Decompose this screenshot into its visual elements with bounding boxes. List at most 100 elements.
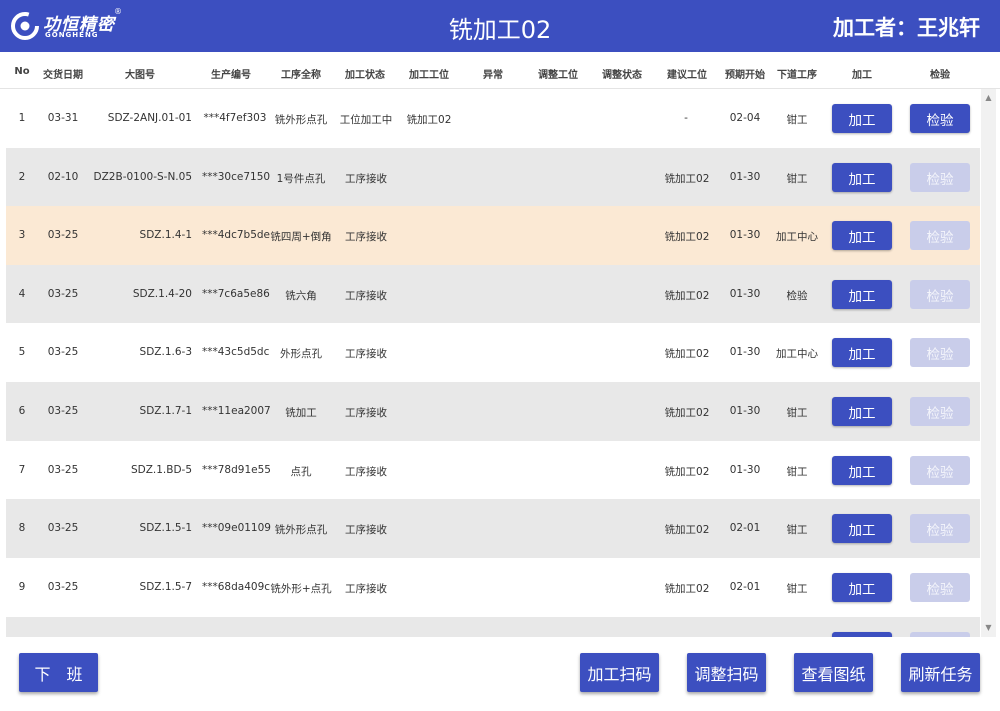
cell-process-name: 铣四周+倒角	[270, 231, 332, 243]
inspect-button[interactable]: 检验	[910, 163, 970, 192]
process-button[interactable]: 加工	[832, 163, 892, 192]
inspect-button[interactable]: 检验	[910, 338, 970, 367]
table-row[interactable]: 5 03-25 SDZ.1.6-3 ***43c5d5dc 外形点孔 工序接收 铣加工02 0…	[6, 323, 980, 382]
cell-process-name: 1号件点孔	[276, 173, 326, 185]
inspect-button[interactable]: 检验	[910, 104, 970, 133]
app-header: 功恒精密 GONGHENG ® 铣加工02 加工者：王兆轩	[0, 0, 1000, 52]
cell-drawing-no: SDZ.1.4-20	[132, 288, 192, 300]
cell-expected-start: 01-30	[729, 288, 761, 300]
refresh-tasks-button[interactable]: 刷新任务	[901, 653, 980, 692]
cell-production-no: ***30ce7150	[202, 171, 271, 183]
cell-suggested-station: 铣加工02	[664, 290, 710, 302]
table-scrollbar[interactable]: ▲ ▼	[981, 89, 996, 637]
table-row[interactable]: 9 03-25 SDZ.1.5-7 ***68da409c 铣外形+点孔 工序接收 铣加工0…	[6, 558, 980, 617]
cell-no: 7	[18, 464, 26, 476]
col-process-action: 加工	[852, 70, 872, 81]
table-row[interactable]: 7 03-25 SDZ.1.BD-5 ***78d91e55 点孔 工序接收 铣加工02 01…	[6, 441, 980, 500]
inspect-button[interactable]: 检验	[910, 573, 970, 602]
cell-next-process: 钳工	[786, 173, 808, 185]
table-row[interactable]: 2 02-10 DZ2B-0100-S-N.05 ***30ce7150 1号件点孔 工序…	[6, 148, 980, 207]
process-button[interactable]: 加工	[832, 104, 892, 133]
cell-delivery-date: 03-25	[47, 464, 79, 476]
cell-process-status: 工序接收	[345, 348, 387, 360]
cell-drawing-no: SDZ.1.BD-5	[130, 464, 192, 476]
cell-next-process: 钳工	[786, 524, 808, 536]
cell-no: 8	[18, 522, 26, 534]
cell-next-process: 钳工	[786, 114, 808, 126]
cell-expected-start: 02-01	[729, 522, 761, 534]
inspect-button[interactable]: 检验	[910, 456, 970, 485]
inspect-button[interactable]: 检验	[910, 221, 970, 250]
cell-process-name: 外形点孔	[280, 348, 322, 360]
cell-delivery-date: 03-25	[47, 405, 79, 417]
cell-process-status: 工序接收	[345, 231, 387, 243]
cell-process-status: 工序接收	[345, 290, 387, 302]
cell-next-process: 钳工	[786, 583, 808, 595]
table-row[interactable]: 3 03-25 SDZ.1.4-1 ***4dc7b5de 铣四周+倒角 工序接收 铣加工0…	[6, 206, 980, 265]
cell-next-process: 加工中心	[776, 348, 818, 360]
scan-process-button[interactable]: 加工扫码	[580, 653, 659, 692]
col-production-no: 生产编号	[211, 70, 251, 81]
cell-suggested-station: 铣加工02	[664, 231, 710, 243]
cell-expected-start-placeholder: -	[684, 112, 688, 124]
process-button[interactable]: 加工	[832, 456, 892, 485]
cell-expected-start: 01-30	[729, 346, 761, 358]
scroll-down-arrow-icon[interactable]: ▼	[981, 621, 996, 635]
process-button[interactable]: 加工	[832, 397, 892, 426]
table-row[interactable]: 8 03-25 SDZ.1.5-1 ***09e01109 铣外形点孔 工序接收 铣加工02…	[6, 499, 980, 558]
cell-suggested-station: 铣加工02	[664, 407, 710, 419]
cell-process-status: 工序接收	[345, 583, 387, 595]
cell-process-name: 点孔	[290, 466, 312, 478]
cell-process-station: 铣加工02	[406, 114, 452, 126]
inspect-button[interactable]: 检验	[910, 397, 970, 426]
cell-process-status: 工序接收	[345, 466, 387, 478]
cell-no: 9	[18, 581, 26, 593]
cell-process-status: 工序接收	[345, 407, 387, 419]
process-button[interactable]: 加工	[832, 573, 892, 602]
cell-process-name: 铣外形点孔	[274, 524, 328, 536]
process-button[interactable]: 加工	[832, 514, 892, 543]
col-adjust-station: 调整工位	[538, 70, 578, 81]
process-button[interactable]: 加工	[832, 221, 892, 250]
scroll-up-arrow-icon[interactable]: ▲	[981, 91, 996, 105]
table-row[interactable]: 1 03-31 SDZ-2ANJ.01-01 ***4f7ef303 铣外形点孔 工位加工…	[6, 89, 980, 148]
col-delivery-date: 交货日期	[43, 70, 83, 81]
cell-process-status: 工位加工中	[339, 114, 393, 126]
inspect-button[interactable]: 检验	[910, 280, 970, 309]
cell-delivery-date: 03-25	[47, 229, 79, 241]
table-row[interactable]: 4 03-25 SDZ.1.4-20 ***7c6a5e86 铣六角 工序接收 铣加工02 0…	[6, 265, 980, 324]
col-exception: 异常	[483, 70, 503, 81]
table-header: No 交货日期 大图号 生产编号 工序全称 加工状态 加工工位 异常 调整工位 …	[0, 52, 1000, 89]
cell-drawing-no: DZ2B-0100-S-N.05	[93, 171, 192, 183]
cell-process-name: 铣加工	[285, 407, 317, 419]
cell-suggested-station: 铣加工02	[664, 524, 710, 536]
col-expected-start: 预期开始	[725, 70, 765, 81]
process-button[interactable]: 加工	[832, 338, 892, 367]
cell-suggested-station: 铣加工02	[664, 173, 710, 185]
cell-delivery-date: 03-25	[47, 346, 79, 358]
cell-production-no: ***09e01109	[202, 522, 271, 534]
scroll-thumb[interactable]	[983, 107, 994, 217]
process-button[interactable]: 加工	[832, 280, 892, 309]
inspect-button[interactable]: 检验	[910, 514, 970, 543]
cell-no: 2	[18, 171, 26, 183]
cell-production-no: ***4dc7b5de	[202, 229, 271, 241]
cell-production-no: ***4f7ef303	[203, 112, 267, 124]
col-drawing-no: 大图号	[125, 70, 155, 81]
table-row[interactable]: 6 03-25 SDZ.1.7-1 ***11ea2007 铣加工 工序接收 铣加工02 01…	[6, 382, 980, 441]
cell-delivery-date: 03-25	[47, 581, 79, 593]
col-adjust-status: 调整状态	[602, 70, 642, 81]
scan-adjust-button[interactable]: 调整扫码	[687, 653, 766, 692]
cell-suggested-station: 铣加工02	[664, 348, 710, 360]
col-process-status: 加工状态	[345, 70, 385, 81]
cell-expected-start: 01-30	[729, 464, 761, 476]
col-inspect-action: 检验	[930, 70, 950, 81]
cell-process-name: 铣外形点孔	[274, 114, 328, 126]
table-row[interactable]	[6, 617, 980, 637]
task-table-body[interactable]: 1 03-31 SDZ-2ANJ.01-01 ***4f7ef303 铣外形点孔 工位加工…	[6, 89, 980, 637]
cell-drawing-no: SDZ.1.7-1	[139, 405, 192, 417]
cell-no: 5	[18, 346, 26, 358]
view-drawing-button[interactable]: 查看图纸	[794, 653, 873, 692]
cell-production-no: ***68da409c	[202, 581, 271, 593]
off-work-button[interactable]: 下 班	[19, 653, 98, 692]
